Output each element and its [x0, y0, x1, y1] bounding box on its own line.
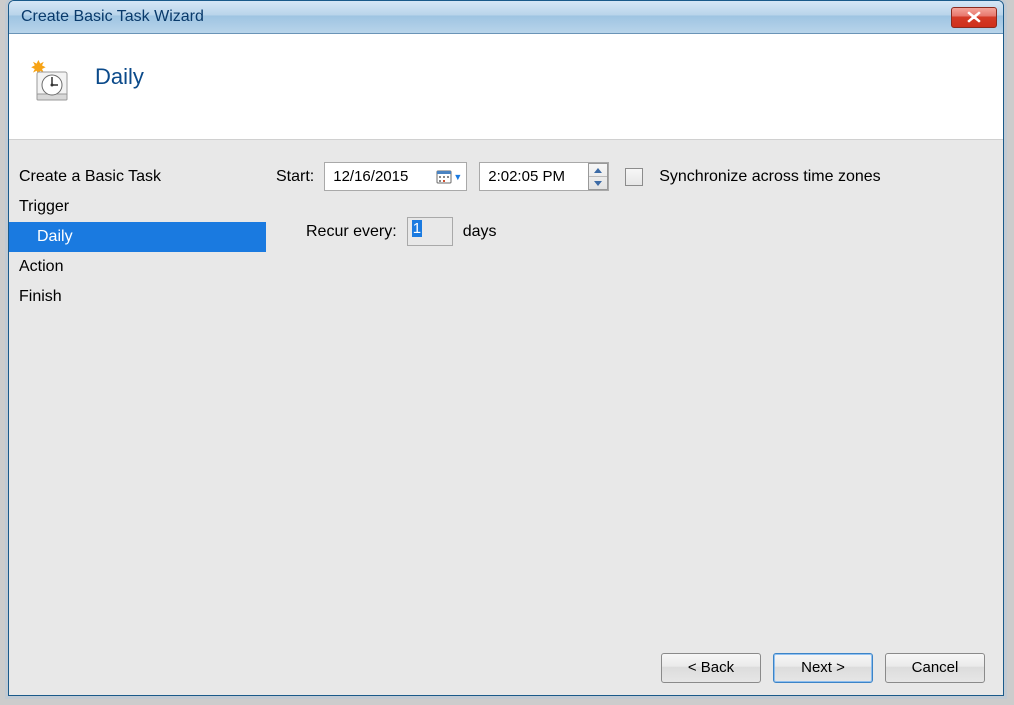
time-spinner[interactable]	[588, 163, 608, 190]
wizard-header: Daily	[9, 34, 1003, 139]
date-field[interactable]: 12/16/2015 ▼	[324, 162, 467, 191]
date-value: 12/16/2015	[333, 168, 436, 185]
cancel-button[interactable]: Cancel	[885, 653, 985, 683]
back-button[interactable]: < Back	[661, 653, 761, 683]
start-row: Start: 12/16/2015 ▼	[276, 162, 983, 191]
sidebar-item-action[interactable]: Action	[9, 252, 266, 282]
days-label: days	[463, 223, 497, 241]
chevron-up-icon	[594, 168, 602, 173]
wizard-icon	[29, 60, 71, 102]
close-icon	[967, 11, 981, 23]
sync-label: Synchronize across time zones	[659, 168, 880, 186]
close-button[interactable]	[951, 7, 997, 28]
recur-value: 1	[412, 220, 422, 237]
footer: < Back Next > Cancel	[9, 640, 1003, 695]
calendar-icon	[436, 169, 452, 185]
time-value: 2:02:05 PM	[488, 168, 588, 185]
time-field[interactable]: 2:02:05 PM	[479, 162, 609, 191]
recur-label: Recur every:	[306, 223, 397, 241]
sidebar: Create a Basic Task Trigger Daily Action…	[9, 140, 266, 640]
titlebar[interactable]: Create Basic Task Wizard	[9, 1, 1003, 34]
sidebar-item-daily[interactable]: Daily	[9, 222, 266, 252]
sidebar-item-trigger[interactable]: Trigger	[9, 192, 266, 222]
content-pane: Start: 12/16/2015 ▼	[266, 140, 1003, 640]
recur-input[interactable]: 1	[407, 217, 453, 246]
start-label: Start:	[276, 168, 314, 186]
window-title: Create Basic Task Wizard	[15, 8, 951, 26]
page-title: Daily	[95, 64, 144, 90]
sync-checkbox[interactable]	[625, 168, 643, 186]
sidebar-item-finish[interactable]: Finish	[9, 282, 266, 312]
recur-row: Recur every: 1 days	[306, 217, 983, 246]
wizard-window: Create Basic Task Wizard Daily Create a …	[8, 0, 1004, 696]
chevron-down-icon: ▼	[453, 172, 462, 182]
sidebar-item-create-basic-task[interactable]: Create a Basic Task	[9, 162, 266, 192]
date-picker-button[interactable]: ▼	[436, 169, 462, 185]
spinner-up-button[interactable]	[589, 164, 607, 177]
chevron-down-icon	[594, 181, 602, 186]
spinner-down-button[interactable]	[589, 177, 607, 189]
next-button[interactable]: Next >	[773, 653, 873, 683]
wizard-body: Create a Basic Task Trigger Daily Action…	[9, 139, 1003, 640]
